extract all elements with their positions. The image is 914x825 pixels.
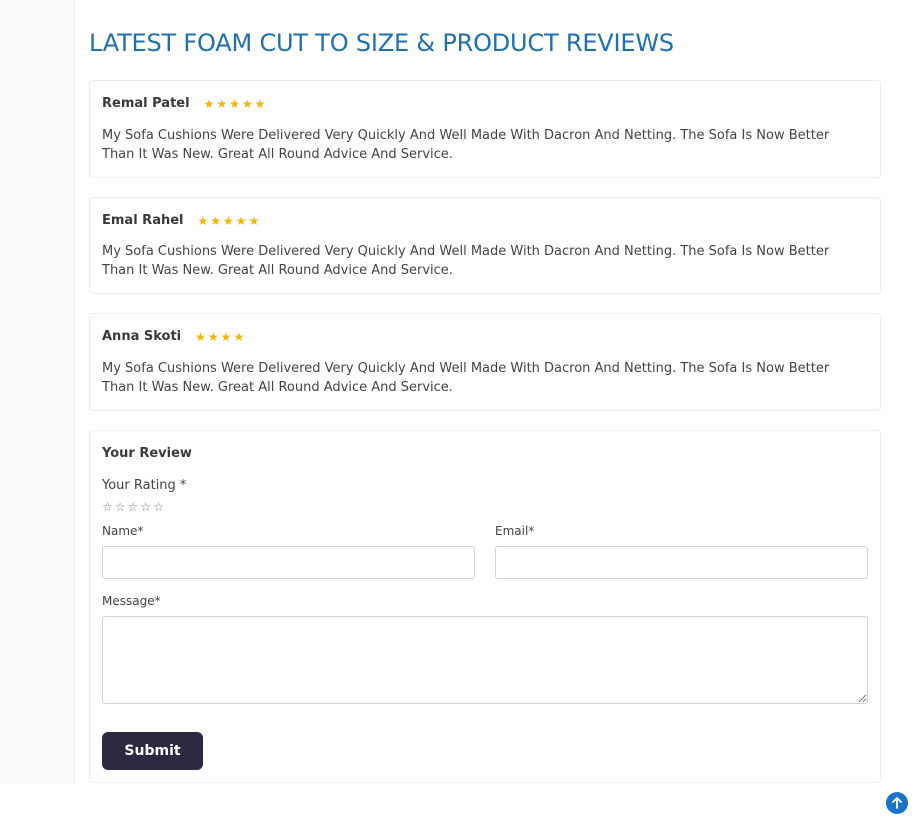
rating-input: ☆ ☆ ☆ ☆ ☆: [102, 501, 164, 513]
name-field[interactable]: [102, 546, 475, 579]
review-text: My Sofa Cushions Were Delivered Very Qui…: [102, 128, 830, 162]
star-icon: ★: [203, 96, 215, 111]
reviewer-name: Anna Skoti: [102, 329, 182, 344]
star-outline-icon[interactable]: ☆: [115, 501, 126, 513]
review-header: Remal Patel ★ ★ ★ ★ ★: [102, 96, 265, 111]
submit-button[interactable]: Submit: [102, 732, 203, 770]
rating-label: Your Rating *: [102, 478, 187, 493]
star-icon: ★: [210, 213, 222, 228]
form-title: Your Review: [102, 446, 192, 461]
review-rating-stars: ★ ★ ★ ★: [195, 331, 244, 343]
star-icon: ★: [195, 329, 206, 344]
review-card: Remal Patel ★ ★ ★ ★ ★ My Sofa Cushions Were …: [89, 80, 881, 178]
star-icon: ★: [197, 213, 209, 228]
star-icon: ★: [235, 213, 247, 228]
star-icon: ★: [220, 329, 232, 344]
review-text: My Sofa Cushions Were Delivered Very Qui…: [102, 361, 830, 395]
review-card: Anna Skoti ★ ★ ★ ★ My Sofa Cushions Were De…: [89, 313, 881, 411]
review-text: My Sofa Cushions Were Delivered Very Qui…: [102, 244, 830, 278]
star-icon: ★: [229, 96, 240, 111]
review-header: Emal Rahel ★ ★ ★ ★ ★: [102, 213, 259, 228]
review-rating-stars: ★ ★ ★ ★ ★: [198, 215, 260, 227]
arrow-up-icon: [892, 797, 902, 809]
star-icon: ★: [254, 96, 266, 111]
star-outline-icon[interactable]: ☆: [140, 501, 151, 513]
scroll-to-top-button[interactable]: [886, 792, 908, 814]
review-form: Your Review Your Rating * ☆ ☆ ☆ ☆ ☆ Name* Em…: [89, 430, 881, 783]
star-icon: ★: [233, 329, 245, 344]
message-label: Message*: [102, 594, 161, 608]
email-label: Email*: [495, 524, 535, 538]
star-outline-icon[interactable]: ☆: [153, 501, 164, 513]
review-header: Anna Skoti ★ ★ ★ ★: [102, 329, 244, 344]
star-outline-icon[interactable]: ☆: [102, 501, 113, 513]
star-icon: ★: [216, 96, 228, 111]
name-label: Name*: [102, 524, 144, 538]
star-icon: ★: [248, 213, 260, 228]
review-rating-stars: ★ ★ ★ ★ ★: [204, 98, 266, 110]
left-sidebar-panel: [0, 0, 75, 784]
page-title: LATEST FOAM CUT TO SIZE & PRODUCT REVIEW…: [89, 29, 674, 57]
star-icon: ★: [207, 329, 219, 344]
star-icon: ★: [241, 96, 253, 111]
star-icon: ★: [223, 213, 234, 228]
email-field[interactable]: [495, 546, 868, 579]
reviewer-name: Remal Patel: [102, 96, 190, 111]
message-field[interactable]: [102, 616, 868, 704]
star-outline-icon[interactable]: ☆: [128, 501, 139, 513]
reviewer-name: Emal Rahel: [102, 213, 184, 228]
review-card: Emal Rahel ★ ★ ★ ★ ★ My Sofa Cushions Were D…: [89, 197, 881, 294]
